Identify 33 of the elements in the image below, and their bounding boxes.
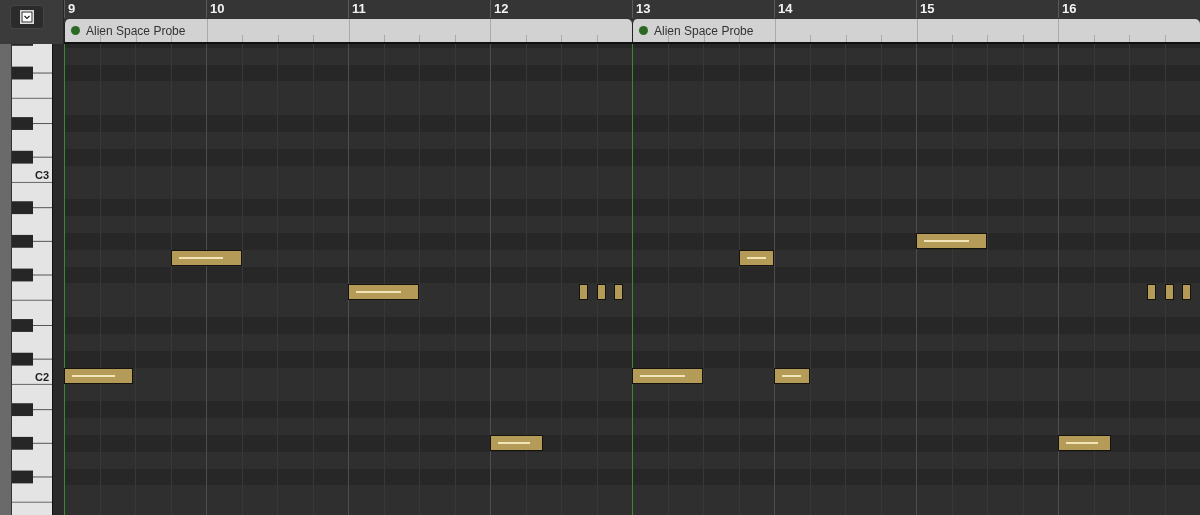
midi-note[interactable] [1182,283,1192,300]
midi-note[interactable] [596,283,606,300]
midi-note[interactable] [578,283,588,300]
midi-note[interactable] [1146,283,1156,300]
chevron-down-icon [20,10,34,24]
view-menu-button[interactable] [10,5,44,29]
midi-note[interactable] [1164,283,1174,300]
midi-note[interactable] [1058,435,1112,452]
bar-number: 16 [1062,1,1077,17]
midi-note[interactable] [64,368,134,385]
region-dot-icon [71,26,80,36]
key-label: C2 [34,369,49,385]
bar-number: 12 [494,1,509,17]
key-label: C3 [34,167,49,183]
bar-number: 13 [636,1,651,17]
midi-note[interactable] [348,283,419,300]
bar-number: 10 [210,1,225,17]
region-name: Alien Space Probe [86,23,186,38]
bar-number: 15 [920,1,935,17]
bar-number: 9 [68,1,76,17]
midi-note[interactable] [774,368,810,385]
region-dot-icon [639,26,648,36]
midi-note[interactable] [916,233,987,250]
midi-note[interactable] [738,250,774,267]
midi-note[interactable] [490,435,544,452]
midi-note[interactable] [170,250,242,267]
region-header[interactable]: Alien Space Probe [632,19,1200,42]
region-header[interactable]: Alien Space Probe [64,19,632,42]
bar-number: 14 [778,1,793,17]
bar-number: 11 [352,1,366,17]
midi-note[interactable] [614,283,624,300]
midi-note[interactable] [632,368,703,385]
region-name: Alien Space Probe [654,23,754,38]
